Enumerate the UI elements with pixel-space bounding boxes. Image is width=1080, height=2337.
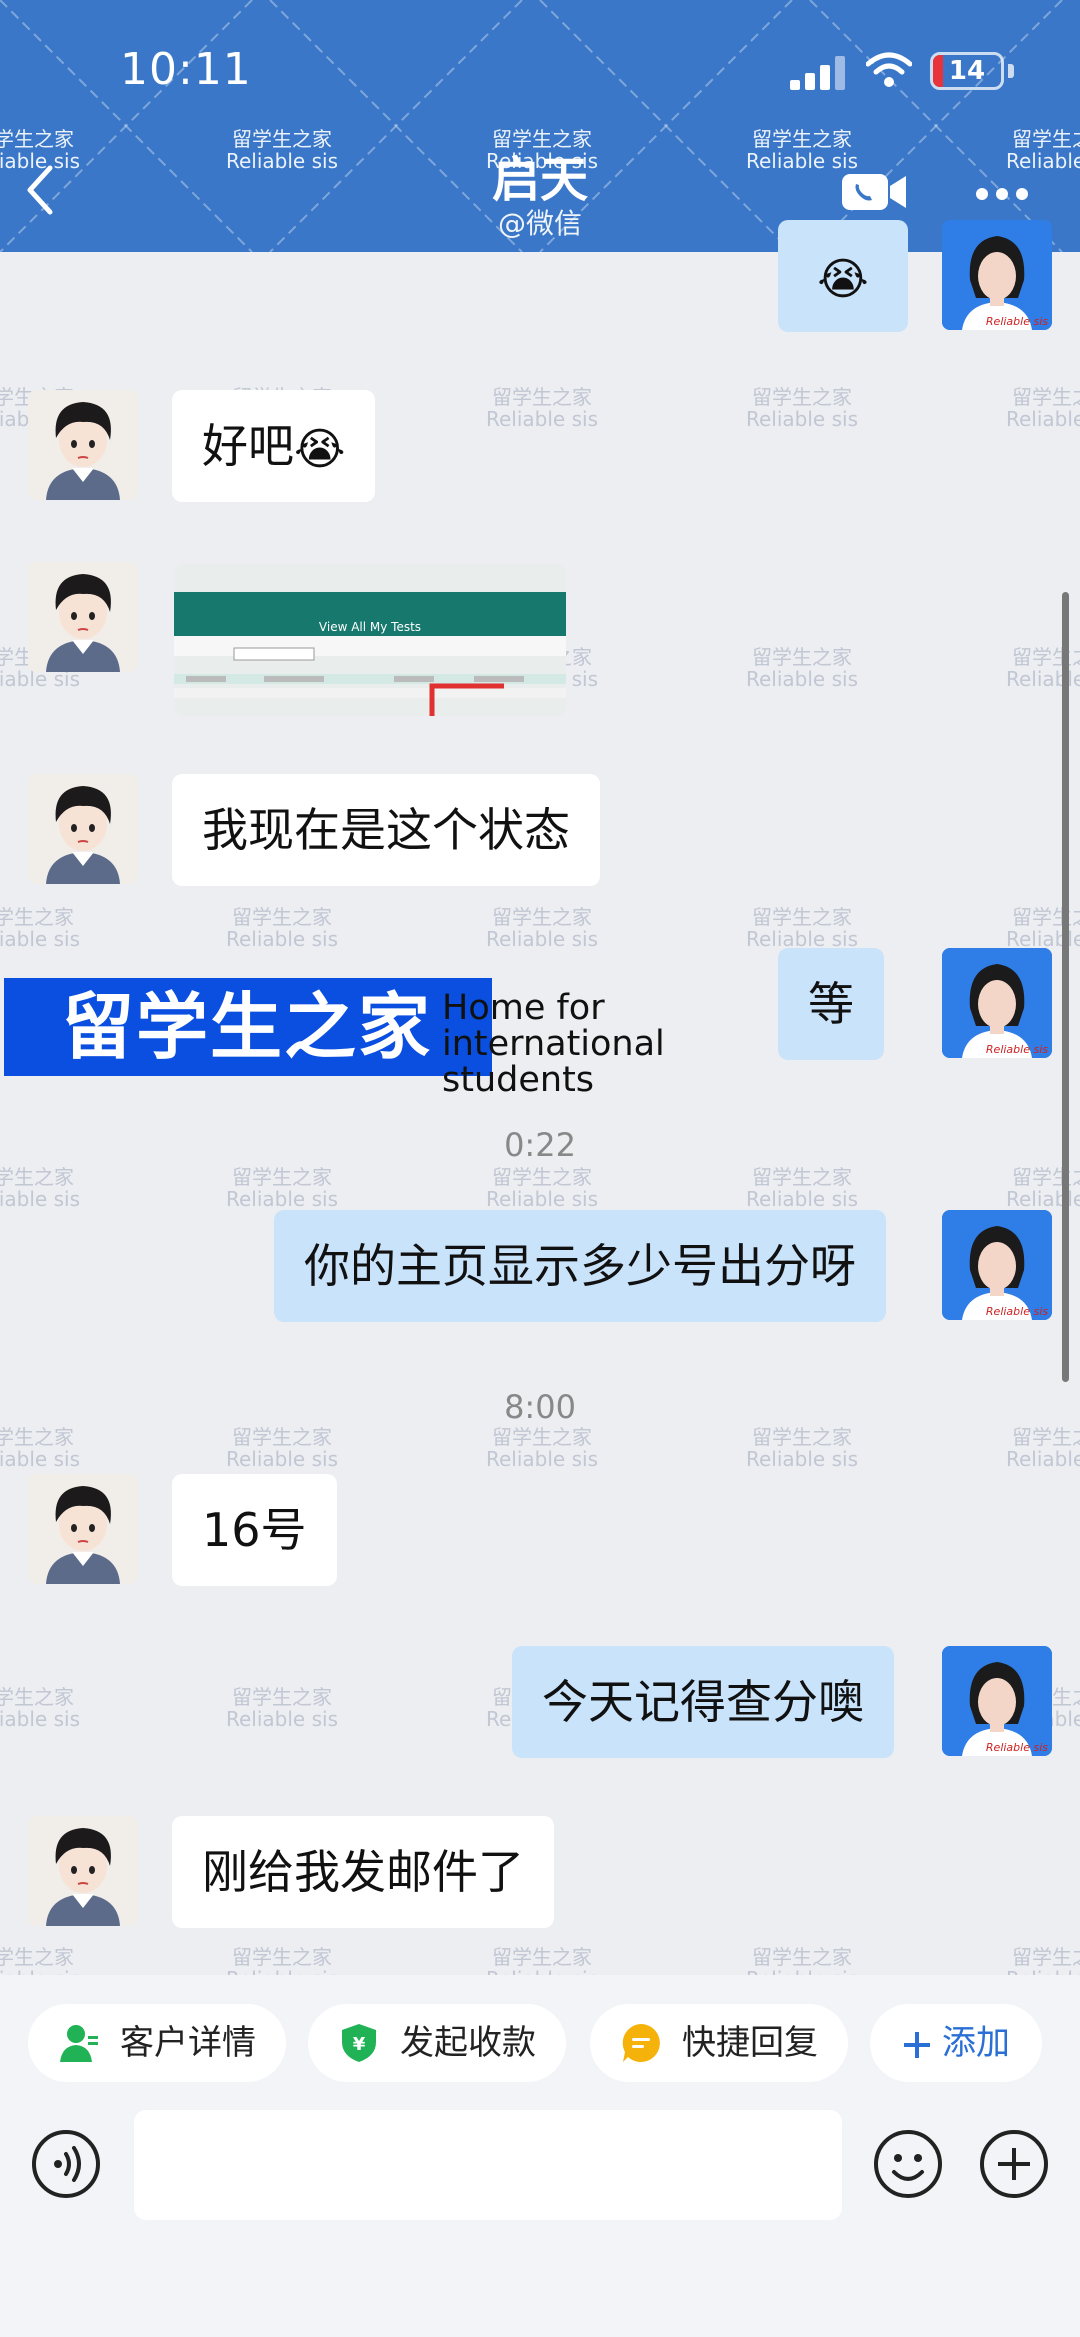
customer-details-button[interactable]: 客户详情 (28, 2004, 286, 2082)
agent-avatar[interactable]: Reliable sis (942, 1646, 1052, 1756)
agent-avatar-image (942, 1210, 1052, 1320)
chip-label: 添加 (942, 2023, 1010, 2063)
svg-text:¥: ¥ (353, 2034, 366, 2055)
customer-avatar-image (28, 774, 138, 884)
customer-avatar[interactable] (28, 390, 138, 500)
customer-avatar-image (28, 1816, 138, 1926)
message-bubble-right[interactable]: 等 (778, 948, 884, 1060)
chat-title: 启天 (491, 152, 588, 208)
message-text: 16号 (202, 1503, 307, 1557)
image-caption: View All My Tests (318, 620, 422, 634)
voice-input-icon[interactable] (30, 2128, 102, 2200)
message-text: 你的主页显示多少号出分呀 (304, 1239, 856, 1293)
chip-label: 快捷回复 (682, 2023, 818, 2063)
quick-reply-button[interactable]: 快捷回复 (590, 2004, 848, 2082)
message-text: 刚给我发邮件了 (202, 1845, 524, 1899)
avatar-badge: Reliable sis (985, 1043, 1048, 1056)
image-message[interactable]: View All My Tests (174, 564, 566, 716)
chip-label: 发起收款 (400, 2023, 536, 2063)
more-options-icon[interactable] (974, 186, 1030, 202)
timestamp: 0:22 (504, 1126, 576, 1164)
scrollbar[interactable] (1062, 592, 1069, 1382)
screenshot-thumbnail (174, 564, 566, 716)
message-bubble-left[interactable]: 刚给我发邮件了 (172, 1816, 554, 1928)
add-button[interactable]: 添加 (870, 2004, 1042, 2082)
agent-avatar[interactable]: Reliable sis (942, 220, 1052, 330)
timestamp: 8:00 (504, 1388, 576, 1426)
customer-avatar-image (28, 390, 138, 500)
customer-avatar[interactable] (28, 1474, 138, 1584)
chat-subtitle: @微信 (497, 207, 582, 240)
agent-avatar[interactable]: Reliable sis (942, 948, 1052, 1058)
message-text: 好吧 (202, 419, 294, 473)
customer-avatar[interactable] (28, 562, 138, 672)
customer-avatar-image (28, 1474, 138, 1584)
plus-icon (904, 2031, 930, 2058)
battery-icon: 14 (930, 52, 1004, 90)
message-input[interactable] (134, 2110, 842, 2220)
avatar-badge: Reliable sis (985, 1741, 1048, 1754)
agent-avatar-image (942, 220, 1052, 330)
video-call-icon[interactable] (840, 170, 908, 214)
agent-avatar-image (942, 948, 1052, 1058)
message-text: 等 (808, 977, 854, 1031)
message-bubble-right[interactable]: 今天记得查分噢 (512, 1646, 894, 1758)
battery-percent: 14 (948, 56, 986, 86)
more-actions-plus-icon[interactable] (978, 2128, 1050, 2200)
customer-avatar[interactable] (28, 1816, 138, 1926)
agent-avatar-image (942, 1646, 1052, 1756)
message-text: 我现在是这个状态 (202, 803, 570, 857)
battery-cap (1008, 64, 1014, 78)
message-bubble-left[interactable]: 16号 (172, 1474, 337, 1586)
quick-reply-icon (622, 2024, 660, 2062)
signal-icon (790, 56, 846, 90)
crying-emoji: 😭 (817, 253, 869, 305)
avatar-badge: Reliable sis (985, 315, 1048, 328)
person-icon (60, 2025, 98, 2062)
message-bubble-left[interactable]: 我现在是这个状态 (172, 774, 600, 886)
promo-banner-english: Home for international students (442, 988, 665, 1100)
emoji-icon[interactable] (872, 2128, 944, 2200)
chat-header: 10:11 14 启天 @微信 留学生之家Reliable sis 留学生之家R… (0, 0, 1080, 252)
wifi-icon (866, 52, 912, 87)
customer-avatar[interactable] (28, 774, 138, 884)
agent-avatar[interactable]: Reliable sis (942, 1210, 1052, 1320)
payment-shield-icon: ¥ (342, 2024, 376, 2062)
chip-label: 客户详情 (120, 2023, 256, 2063)
message-bubble-right[interactable]: 你的主页显示多少号出分呀 (274, 1210, 886, 1322)
avatar-badge: Reliable sis (985, 1305, 1048, 1318)
status-time: 10:11 (120, 44, 252, 95)
message-bubble-left[interactable]: 好吧😭 (172, 390, 376, 502)
customer-avatar-image (28, 562, 138, 672)
message-text: 今天记得查分噢 (542, 1675, 864, 1729)
message-bubble-right[interactable]: 😭 (778, 220, 908, 332)
crying-emoji: 😭 (294, 423, 346, 475)
promo-banner: 留学生之家 (4, 978, 492, 1076)
request-payment-button[interactable]: ¥ 发起收款 (308, 2004, 566, 2082)
